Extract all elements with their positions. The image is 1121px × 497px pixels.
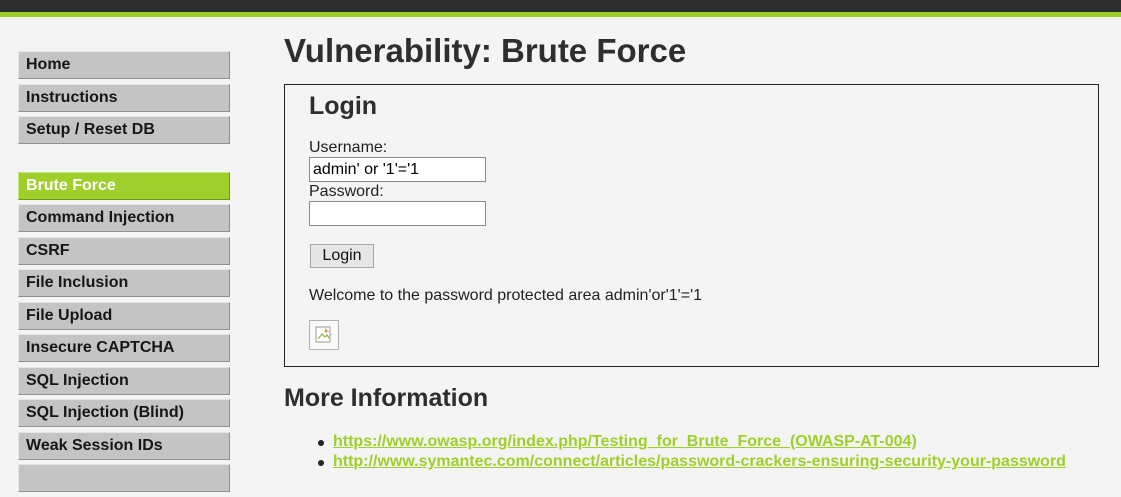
sidebar-item-csrf[interactable]: CSRF [18, 236, 230, 265]
bullet-icon [318, 460, 324, 466]
sidebar-item-brute-force[interactable]: Brute Force [18, 171, 230, 200]
sidebar-menu: Home Instructions Setup / Reset DB Brute… [18, 51, 230, 497]
sidebar-item-setup-reset-db[interactable]: Setup / Reset DB [18, 116, 230, 144]
sidebar-item-home[interactable]: Home [18, 51, 230, 79]
sidebar-item-insecure-captcha[interactable]: Insecure CAPTCHA [18, 334, 230, 362]
sidebar-item-sql-injection-blind[interactable]: SQL Injection (Blind) [18, 399, 230, 427]
password-label: Password: [309, 183, 384, 200]
sidebar-item-file-inclusion[interactable]: File Inclusion [18, 269, 230, 297]
sidebar-item-sql-injection[interactable]: SQL Injection [18, 366, 230, 395]
sidebar-item-next[interactable] [18, 464, 230, 492]
login-form-box: Login Username: Password: Login Welcome … [284, 84, 1099, 367]
sidebar-item-command-injection[interactable]: Command Injection [18, 204, 230, 232]
bullet-icon [318, 440, 324, 446]
sidebar-item-instructions[interactable]: Instructions [18, 83, 230, 112]
menu-spacer [18, 149, 230, 172]
password-input[interactable] [309, 201, 486, 226]
login-button[interactable]: Login [310, 244, 374, 268]
menu-group-vulnerabilities: Brute Force Command Injection CSRF File … [18, 171, 230, 492]
top-header-bar [0, 0, 1121, 12]
sidebar-item-file-upload[interactable]: File Upload [18, 301, 230, 330]
login-heading: Login [309, 92, 378, 120]
welcome-message: Welcome to the password protected area a… [309, 287, 703, 304]
owasp-link[interactable]: https://www.owasp.org/index.php/Testing_… [333, 433, 917, 450]
menu-group-setup: Home Instructions Setup / Reset DB [18, 51, 230, 144]
more-information-heading: More Information [284, 384, 489, 412]
username-label: Username: [309, 139, 388, 156]
list-item: https://www.owasp.org/index.php/Testing_… [318, 432, 1066, 452]
more-information-links: https://www.owasp.org/index.php/Testing_… [318, 432, 1066, 472]
page-title: Vulnerability: Brute Force [284, 32, 687, 69]
broken-image-icon [309, 320, 339, 350]
header-accent-stripe [0, 12, 1121, 17]
list-item: http://www.symantec.com/connect/articles… [318, 452, 1066, 472]
username-input[interactable] [309, 157, 486, 182]
sidebar-item-weak-session-ids[interactable]: Weak Session IDs [18, 431, 230, 460]
symantec-link[interactable]: http://www.symantec.com/connect/articles… [333, 453, 1066, 470]
